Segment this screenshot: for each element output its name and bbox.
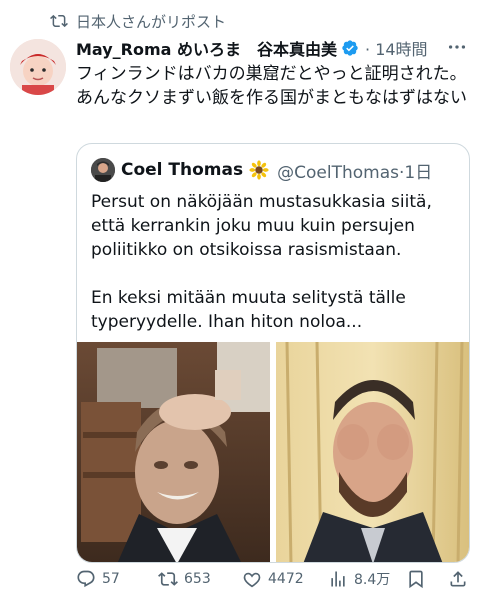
reply-count: 57 bbox=[102, 571, 120, 587]
author-name[interactable]: May_Roma めいろま 谷本真由美 bbox=[76, 36, 337, 60]
repost-icon bbox=[50, 14, 68, 28]
repost-label: 日本人さんがリポスト bbox=[76, 12, 227, 31]
quoted-paragraph-2: En keksi mitään muuta selitystä tälle ty… bbox=[91, 288, 406, 332]
like-icon bbox=[243, 572, 261, 588]
author-avatar[interactable] bbox=[10, 39, 66, 95]
repost-count: 653 bbox=[184, 571, 211, 587]
reply-button[interactable]: 57 bbox=[76, 566, 120, 592]
more-icon[interactable] bbox=[446, 36, 468, 58]
quoted-author-handle: @CoelThomas bbox=[277, 162, 399, 183]
quoted-author-name: Coel Thomas bbox=[121, 160, 244, 180]
post-text: フィンランドはバカの巣窟だとやっと証明された。あんなクソまずい飯を作る国がまとも… bbox=[76, 64, 467, 108]
views-count: 8.4万 bbox=[354, 572, 391, 588]
like-count: 4472 bbox=[268, 571, 304, 587]
quoted-post[interactable]: Coel Thomas @CoelThomas·1日 Persut on näk… bbox=[76, 143, 470, 563]
like-button[interactable]: 4472 bbox=[242, 566, 304, 592]
photo-right bbox=[276, 341, 469, 562]
reply-icon bbox=[77, 570, 95, 588]
post-header: May_Roma めいろま 谷本真由美 · 14時間 bbox=[76, 36, 468, 60]
repost-indicator[interactable]: 日本人さんがリポスト bbox=[50, 10, 226, 32]
repost-button[interactable]: 653 bbox=[158, 566, 211, 592]
action-bar: 57 653 4472 8.4万 bbox=[76, 566, 472, 592]
sunflower-icon bbox=[249, 160, 269, 180]
quoted-post-time: 1日 bbox=[404, 162, 433, 183]
share-icon[interactable] bbox=[448, 569, 468, 589]
quoted-post-header: Coel Thomas @CoelThomas·1日 bbox=[91, 158, 459, 183]
bookmark-icon[interactable] bbox=[406, 569, 426, 589]
quoted-author-avatar bbox=[91, 158, 115, 182]
quoted-media[interactable] bbox=[77, 341, 469, 562]
photo-left bbox=[77, 342, 270, 562]
verified-icon bbox=[342, 40, 358, 56]
quoted-post-text: Persut on näköjään mustasukkasia siitä, … bbox=[91, 190, 461, 358]
quoted-paragraph-1: Persut on näköjään mustasukkasia siitä, … bbox=[91, 192, 432, 260]
views-button[interactable]: 8.4万 bbox=[328, 566, 390, 592]
post-time[interactable]: 14時間 bbox=[375, 40, 427, 59]
repost-action-icon bbox=[158, 572, 178, 586]
views-icon bbox=[331, 571, 345, 587]
